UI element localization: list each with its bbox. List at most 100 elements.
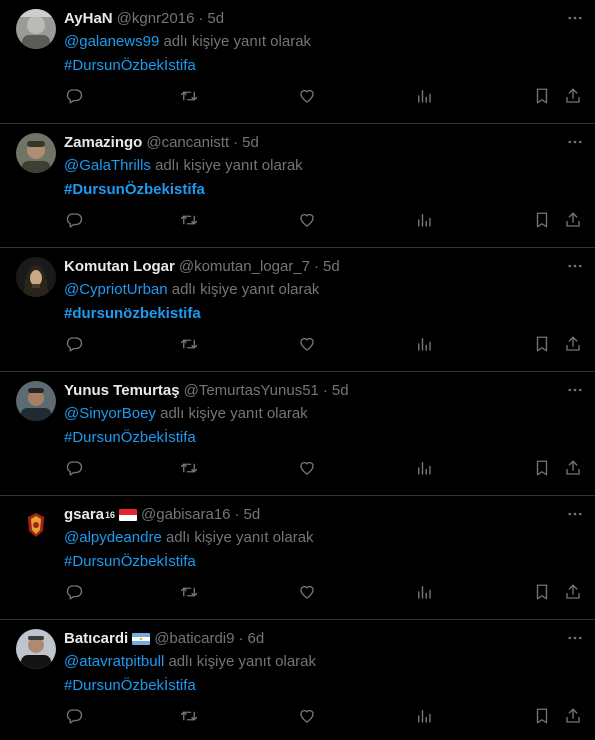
timestamp[interactable]: 5d [332,381,349,401]
retweet-icon[interactable] [179,334,199,354]
retweet-icon[interactable] [179,210,199,230]
hashtag-link[interactable]: #dursunözbekistifa [64,303,201,325]
like-icon[interactable] [297,458,317,478]
reply-icon[interactable] [64,210,84,230]
timestamp[interactable]: 5d [242,133,259,153]
reply-mention[interactable]: @SinyorBoey [64,405,156,422]
reply-icon[interactable] [64,706,84,726]
reply-context: @alpydeandre adlı kişiye yanıt olarak [64,527,579,549]
timestamp[interactable]: 5d [207,9,224,29]
timestamp[interactable]: 6d [247,629,264,649]
author-handle[interactable]: @kgnr2016 [117,9,195,29]
hashtag-link[interactable]: #DursunÖzbekİstifa [64,55,196,77]
avatar[interactable] [16,629,56,669]
reply-icon[interactable] [64,86,84,106]
separator-dot: · [234,506,240,523]
views-icon[interactable] [414,334,434,354]
tweet-1[interactable]: Zamazingo @cancanistt · 5d @GalaThrills … [0,124,595,248]
more-dots-icon[interactable] [565,258,585,274]
reply-mention[interactable]: @atavratpitbull [64,653,164,670]
tweet-0[interactable]: AyHaN @kgnr2016 · 5d @galanews99 adlı ki… [0,0,595,124]
author-name[interactable]: Zamazingo [64,133,142,153]
author-name[interactable]: AyHaN [64,9,113,29]
action-bar [0,458,595,480]
more-dots-icon[interactable] [565,630,585,646]
views-icon[interactable] [414,210,434,230]
tweet-5[interactable]: Batıcardi @baticardi9 · 6d @atavratpitbu… [0,620,595,740]
share-icon[interactable] [563,458,583,478]
reply-mention[interactable]: @alpydeandre [64,529,162,546]
author-handle[interactable]: @komutan_logar_7 [179,257,310,277]
tweet-2[interactable]: Komutan Logar @komutan_logar_7 · 5d @Cyp… [0,248,595,372]
hashtag-link[interactable]: #DursunÖzbekİstifa [64,551,196,573]
more-dots-icon[interactable] [565,382,585,398]
views-icon[interactable] [414,86,434,106]
author-handle[interactable]: @TemurtasYunus51 [184,381,319,401]
like-icon[interactable] [297,334,317,354]
retweet-icon[interactable] [179,582,199,602]
views-icon[interactable] [414,706,434,726]
like-icon[interactable] [297,582,317,602]
separator-dot: · [198,10,204,27]
author-handle[interactable]: @cancanistt [146,133,229,153]
like-icon[interactable] [297,210,317,230]
more-dots-icon[interactable] [565,10,585,26]
reply-mention[interactable]: @GalaThrills [64,157,151,174]
bookmark-icon[interactable] [532,458,552,478]
retweet-icon[interactable] [179,86,199,106]
reply-suffix: adlı kişiye yanıt olarak [163,33,312,50]
reply-icon[interactable] [64,334,84,354]
argentina-flag-icon [132,633,151,645]
author-handle[interactable]: @gabisara16 [141,505,230,525]
hashtag-link[interactable]: #DursunÖzbekistifa [64,179,205,201]
author-name[interactable]: Yunus Temurtaş [64,381,180,401]
timestamp[interactable]: 5d [244,505,261,525]
views-icon[interactable] [414,458,434,478]
share-icon[interactable] [563,582,583,602]
avatar[interactable] [16,505,56,545]
separator-dot: · [233,134,239,151]
like-icon[interactable] [297,706,317,726]
author-name[interactable]: gsara [64,505,104,525]
reply-suffix: adlı kişiye yanıt olarak [160,405,308,422]
retweet-icon[interactable] [179,458,199,478]
action-bar [0,706,595,728]
indonesia-flag-icon [119,509,138,521]
views-icon[interactable] [414,582,434,602]
bookmark-icon[interactable] [532,86,552,106]
bookmark-icon[interactable] [532,706,552,726]
more-dots-icon[interactable] [565,506,585,522]
timestamp[interactable]: 5d [323,257,340,277]
reply-context: @SinyorBoey adlı kişiye yanıt olarak [64,403,579,425]
avatar[interactable] [16,133,56,173]
reply-mention[interactable]: @galanews99 [64,33,159,50]
share-icon[interactable] [563,706,583,726]
bookmark-icon[interactable] [532,334,552,354]
reply-suffix: adlı kişiye yanıt olarak [168,653,317,670]
share-icon[interactable] [563,210,583,230]
author-name[interactable]: Komutan Logar [64,257,175,277]
author-handle[interactable]: @baticardi9 [154,629,234,649]
hashtag-link[interactable]: #DursunÖzbekİstifa [64,675,196,697]
hashtag-link[interactable]: #DursunÖzbekİstifa [64,427,196,449]
avatar[interactable] [16,9,56,49]
reply-mention[interactable]: @CypriotUrban [64,281,168,298]
author-name[interactable]: Batıcardi [64,629,128,649]
share-icon[interactable] [563,334,583,354]
retweet-icon[interactable] [179,706,199,726]
like-icon[interactable] [297,86,317,106]
more-dots-icon[interactable] [565,134,585,150]
tweet-3[interactable]: Yunus Temurtaş @TemurtasYunus51 · 5d @Si… [0,372,595,496]
reply-icon[interactable] [64,582,84,602]
separator-dot: · [313,258,319,275]
avatar[interactable] [16,381,56,421]
bookmark-icon[interactable] [532,582,552,602]
share-icon[interactable] [563,86,583,106]
timeline-feed: AyHaN @kgnr2016 · 5d @galanews99 adlı ki… [0,0,595,740]
avatar[interactable] [16,257,56,297]
bookmark-icon[interactable] [532,210,552,230]
separator-dot: · [322,382,328,399]
tweet-4[interactable]: gsara 16 @gabisara16 · 5d @alpydeandre ad… [0,496,595,620]
reply-icon[interactable] [64,458,84,478]
reply-suffix: adlı kişiye yanıt olarak [165,529,314,546]
